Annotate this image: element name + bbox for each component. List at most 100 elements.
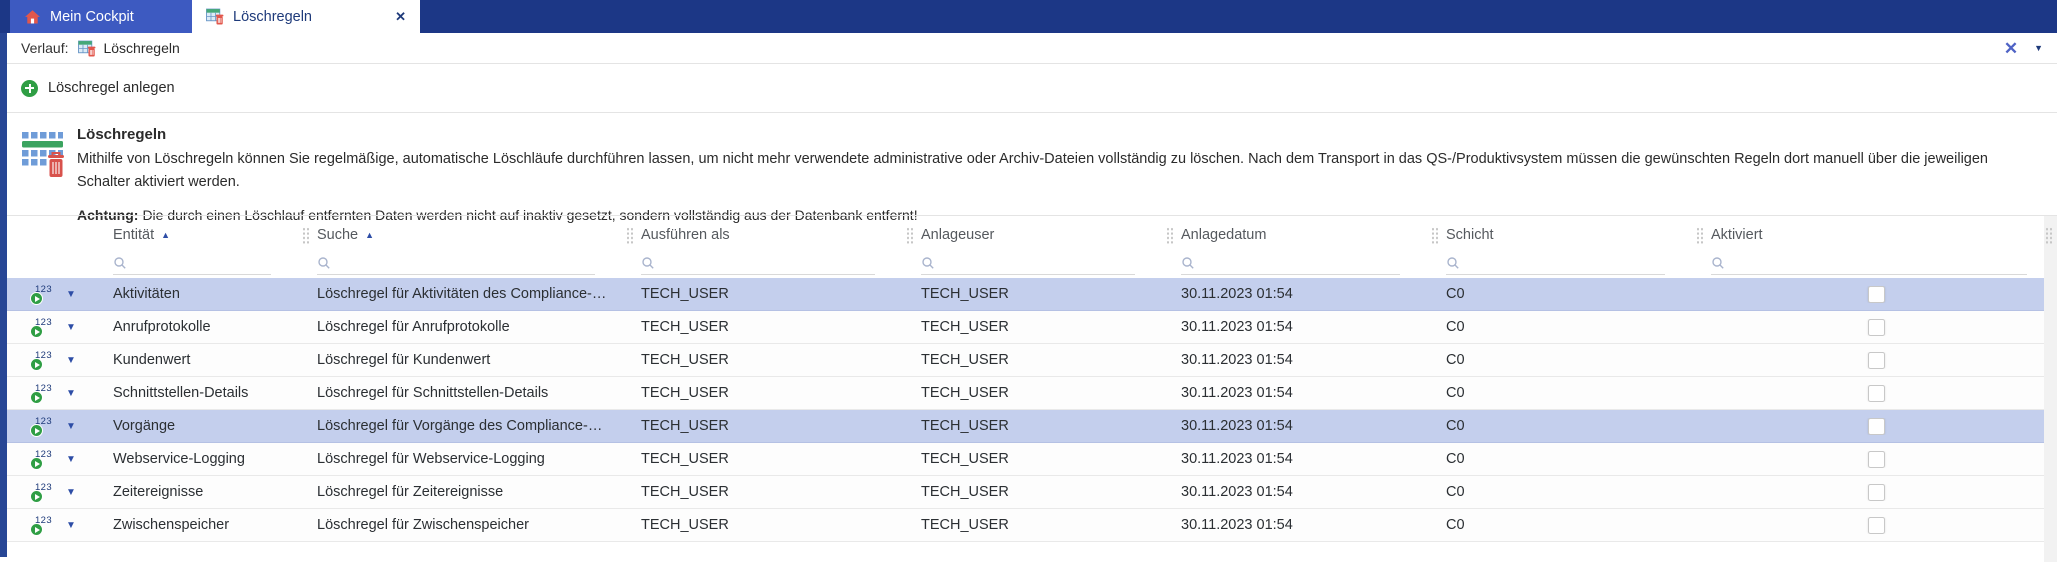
run-rule-icon[interactable]: 123 bbox=[29, 481, 53, 503]
cell-aktiviert bbox=[1695, 384, 2057, 402]
cell-suche: Löschregel für Zeitereignisse bbox=[317, 484, 504, 500]
row-actions: 123 ▼ bbox=[7, 514, 97, 536]
run-rule-icon[interactable]: 123 bbox=[29, 448, 53, 470]
filter-input-schicht[interactable] bbox=[1466, 255, 1665, 270]
run-rule-icon[interactable]: 123 bbox=[29, 415, 53, 437]
cell-anlageuser: TECH_USER bbox=[921, 352, 1009, 368]
column-header-anlagedatum[interactable]: Anlagedatum bbox=[1165, 216, 1430, 278]
filter-input-aktiviert[interactable] bbox=[1731, 255, 2027, 270]
table-row[interactable]: 123 ▼ Vorgänge Löschregel für Vorgänge d… bbox=[7, 410, 2057, 443]
cell-schicht: C0 bbox=[1446, 385, 1465, 401]
delete-rules-table-icon bbox=[78, 40, 96, 57]
table-row[interactable]: 123 ▼ Webservice-Logging Löschregel für … bbox=[7, 443, 2057, 476]
history-label: Verlauf: bbox=[21, 40, 69, 56]
column-header-suche[interactable]: Suche ▲ bbox=[301, 216, 625, 278]
tab-label: Mein Cockpit bbox=[50, 8, 134, 25]
column-header-entitaet[interactable]: Entität ▲ bbox=[97, 216, 301, 278]
row-menu-chevron-down-icon[interactable]: ▼ bbox=[66, 454, 76, 465]
row-actions: 123 ▼ bbox=[7, 415, 97, 437]
activated-checkbox[interactable] bbox=[1867, 318, 1885, 336]
activated-checkbox[interactable] bbox=[1867, 516, 1885, 534]
vertical-scrollbar[interactable] bbox=[2044, 216, 2057, 562]
filter-anlageuser[interactable] bbox=[921, 251, 1135, 275]
run-rule-icon[interactable]: 123 bbox=[29, 283, 53, 305]
activated-checkbox[interactable] bbox=[1867, 417, 1885, 435]
run-rule-icon[interactable]: 123 bbox=[29, 514, 53, 536]
row-menu-chevron-down-icon[interactable]: ▼ bbox=[66, 289, 76, 300]
filter-input-anlagedatum[interactable] bbox=[1201, 255, 1400, 270]
cell-anlagedatum: 30.11.2023 01:54 bbox=[1181, 352, 1293, 368]
cell-anlagedatum: 30.11.2023 01:54 bbox=[1181, 286, 1293, 302]
table-header: Entität ▲ Suche ▲ Ausführen als Anlageus… bbox=[7, 216, 2057, 278]
delete-rules-large-icon bbox=[21, 123, 65, 209]
cell-aktiviert bbox=[1695, 285, 2057, 303]
filter-anlagedatum[interactable] bbox=[1181, 251, 1400, 275]
cell-anlageuser: TECH_USER bbox=[921, 385, 1009, 401]
table-row[interactable]: 123 ▼ Kundenwert Löschregel für Kundenwe… bbox=[7, 344, 2057, 377]
table-row[interactable]: 123 ▼ Schnittstellen-Details Löschregel … bbox=[7, 377, 2057, 410]
row-menu-chevron-down-icon[interactable]: ▼ bbox=[66, 322, 76, 333]
cell-suche: Löschregel für Vorgänge des Compliance-P… bbox=[317, 418, 625, 434]
table-row[interactable]: 123 ▼ Zeitereignisse Löschregel für Zeit… bbox=[7, 476, 2057, 509]
cell-aktiviert bbox=[1695, 450, 2057, 468]
column-header-ausfuehren-als[interactable]: Ausführen als bbox=[625, 216, 905, 278]
cell-ausfuehren-als: TECH_USER bbox=[641, 385, 729, 401]
filter-input-anlageuser[interactable] bbox=[941, 255, 1135, 270]
column-label: Entität bbox=[113, 227, 155, 243]
filter-input-ausfuehren-als[interactable] bbox=[661, 255, 875, 270]
tab-mein-cockpit[interactable]: Mein Cockpit bbox=[10, 0, 192, 33]
cell-entitaet: Zwischenspeicher bbox=[113, 517, 230, 533]
column-label: Anlagedatum bbox=[1181, 227, 1267, 243]
info-description: Mithilfe von Löschregeln können Sie rege… bbox=[77, 151, 1988, 190]
activated-checkbox[interactable] bbox=[1867, 384, 1885, 402]
row-menu-chevron-down-icon[interactable]: ▼ bbox=[66, 487, 76, 498]
cell-ausfuehren-als: TECH_USER bbox=[641, 517, 729, 533]
column-header-schicht[interactable]: Schicht bbox=[1430, 216, 1695, 278]
cell-schicht: C0 bbox=[1446, 286, 1465, 302]
sort-ascending-icon: ▲ bbox=[365, 230, 375, 240]
column-header-anlageuser[interactable]: Anlageuser bbox=[905, 216, 1165, 278]
create-delete-rule-button[interactable]: Löschregel anlegen bbox=[21, 79, 175, 97]
table-row[interactable]: 123 ▼ Aktivitäten Löschregel für Aktivit… bbox=[7, 278, 2057, 311]
row-actions: 123 ▼ bbox=[7, 349, 97, 371]
column-header-aktiviert[interactable]: Aktiviert bbox=[1695, 216, 2057, 278]
cell-anlagedatum: 30.11.2023 01:54 bbox=[1181, 319, 1293, 335]
filter-input-entitaet[interactable] bbox=[133, 255, 271, 270]
search-icon bbox=[114, 256, 126, 269]
run-rule-icon[interactable]: 123 bbox=[29, 349, 53, 371]
cell-entitaet: Zeitereignisse bbox=[113, 484, 204, 500]
filter-input-suche[interactable] bbox=[337, 255, 595, 270]
filter-ausfuehren-als[interactable] bbox=[641, 251, 875, 275]
cell-aktiviert bbox=[1695, 516, 2057, 534]
run-rule-icon[interactable]: 123 bbox=[29, 382, 53, 404]
row-menu-chevron-down-icon[interactable]: ▼ bbox=[66, 520, 76, 531]
row-menu-chevron-down-icon[interactable]: ▼ bbox=[66, 355, 76, 366]
cell-aktiviert bbox=[1695, 351, 2057, 369]
run-rule-icon[interactable]: 123 bbox=[29, 316, 53, 338]
activated-checkbox[interactable] bbox=[1867, 351, 1885, 369]
table-row[interactable]: 123 ▼ Zwischenspeicher Löschregel für Zw… bbox=[7, 509, 2057, 542]
filter-entitaet[interactable] bbox=[113, 251, 271, 275]
activated-checkbox[interactable] bbox=[1867, 285, 1885, 303]
row-actions: 123 ▼ bbox=[7, 481, 97, 503]
cell-anlageuser: TECH_USER bbox=[921, 418, 1009, 434]
cell-anlagedatum: 30.11.2023 01:54 bbox=[1181, 517, 1293, 533]
close-panel-icon[interactable]: ✕ bbox=[2004, 40, 2018, 57]
filter-suche[interactable] bbox=[317, 251, 595, 275]
row-menu-chevron-down-icon[interactable]: ▼ bbox=[66, 421, 76, 432]
tab-loeschregeln[interactable]: Löschregeln ✕ bbox=[192, 0, 420, 33]
row-menu-chevron-down-icon[interactable]: ▼ bbox=[66, 388, 76, 399]
search-icon bbox=[1447, 256, 1459, 269]
delete-rules-table-icon bbox=[206, 8, 224, 25]
cell-suche: Löschregel für Kundenwert bbox=[317, 352, 491, 368]
activated-checkbox[interactable] bbox=[1867, 483, 1885, 501]
chevron-down-icon[interactable]: ▼ bbox=[2034, 43, 2043, 53]
tab-close-icon[interactable]: ✕ bbox=[395, 9, 406, 25]
filter-aktiviert[interactable] bbox=[1711, 251, 2027, 275]
activated-checkbox[interactable] bbox=[1867, 450, 1885, 468]
history-item-loeschregeln[interactable]: Löschregeln bbox=[78, 40, 180, 57]
cell-anlageuser: TECH_USER bbox=[921, 319, 1009, 335]
filter-schicht[interactable] bbox=[1446, 251, 1665, 275]
table-row[interactable]: 123 ▼ Anrufprotokolle Löschregel für Anr… bbox=[7, 311, 2057, 344]
cell-entitaet: Kundenwert bbox=[113, 352, 191, 368]
